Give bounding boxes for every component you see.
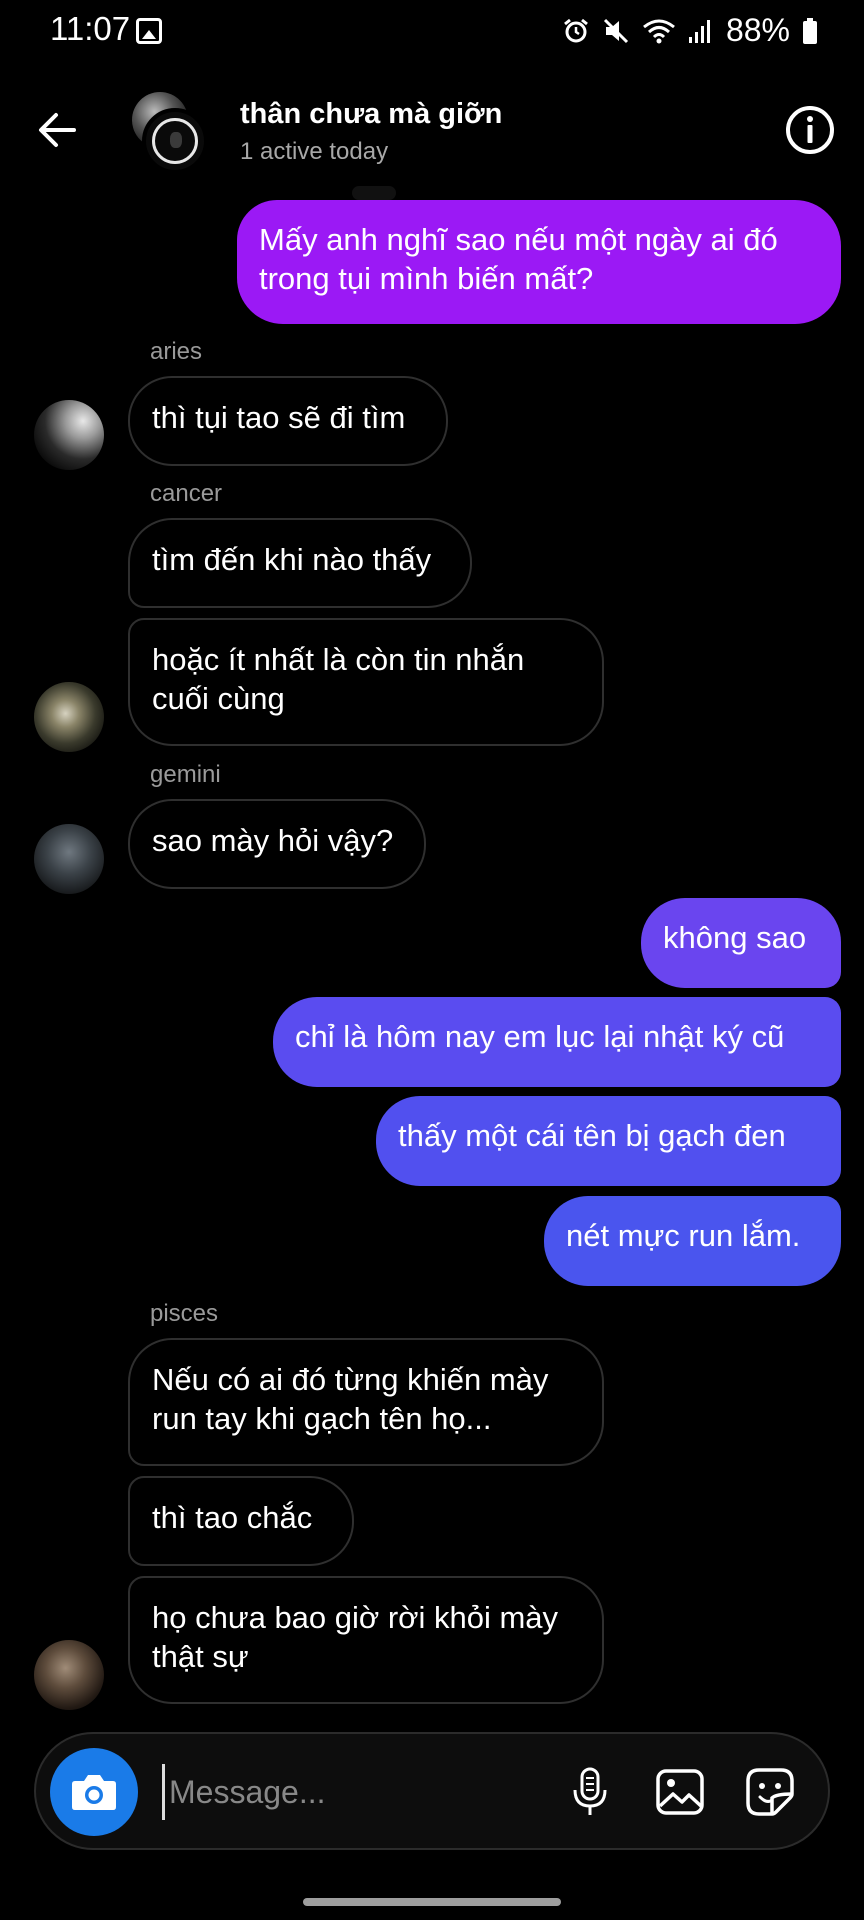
message-outgoing[interactable]: chỉ là hôm nay em lục lại nhật ký cũ bbox=[273, 997, 841, 1087]
camera-button[interactable] bbox=[50, 1748, 138, 1836]
image-notification-icon bbox=[136, 18, 162, 44]
status-bar: 11:07 88% bbox=[0, 0, 864, 64]
status-icons: 88% bbox=[562, 12, 818, 49]
home-indicator[interactable] bbox=[303, 1898, 561, 1906]
signal-icon bbox=[688, 19, 710, 43]
active-status: 1 active today bbox=[240, 138, 389, 165]
chat-header: thân chưa mà giỡn 1 active today bbox=[0, 84, 864, 184]
sender-name: gemini bbox=[150, 761, 221, 788]
sender-avatar[interactable] bbox=[34, 1640, 104, 1710]
message-input[interactable] bbox=[162, 1764, 542, 1820]
message-incoming[interactable]: họ chưa bao giờ rời khỏi mày thật sự bbox=[128, 1576, 604, 1704]
alarm-icon bbox=[564, 18, 588, 42]
sender-avatar[interactable] bbox=[34, 682, 104, 752]
message-incoming[interactable]: Nếu có ai đó từng khiến mày run tay khi … bbox=[128, 1338, 604, 1466]
sender-name: pisces bbox=[150, 1300, 219, 1327]
message-outgoing[interactable]: thấy một cái tên bị gạch đen bbox=[376, 1096, 841, 1186]
status-time: 11:07 bbox=[50, 10, 131, 47]
message-incoming[interactable]: thì tụi tao sẽ đi tìm bbox=[128, 376, 448, 466]
mute-icon bbox=[603, 18, 629, 43]
sender-name: cancer bbox=[150, 480, 223, 507]
gallery-icon bbox=[656, 1769, 704, 1815]
battery-icon bbox=[803, 17, 817, 44]
message-incoming[interactable]: hoặc ít nhất là còn tin nhắn cuối cùng bbox=[128, 618, 604, 746]
sticker-button[interactable] bbox=[742, 1764, 798, 1820]
sender-name: aries bbox=[150, 338, 203, 365]
message-composer bbox=[34, 1732, 830, 1850]
sender-avatar[interactable] bbox=[34, 824, 104, 894]
battery-percent: 88% bbox=[725, 12, 790, 48]
chat-title[interactable]: thân chưa mà giỡn bbox=[240, 98, 502, 131]
message-incoming[interactable]: sao mày hỏi vậy? bbox=[128, 799, 426, 889]
message-incoming[interactable]: tìm đến khi nào thấy bbox=[128, 518, 472, 608]
gallery-button[interactable] bbox=[652, 1764, 708, 1820]
camera-icon bbox=[72, 1775, 116, 1810]
sticker-icon bbox=[746, 1768, 794, 1816]
microphone-icon bbox=[573, 1767, 607, 1815]
microphone-button[interactable] bbox=[562, 1764, 618, 1820]
group-avatar-front bbox=[142, 108, 208, 174]
sender-avatar[interactable] bbox=[34, 400, 104, 470]
message-incoming[interactable]: thì tao chắc bbox=[128, 1476, 354, 1566]
message-outgoing[interactable]: nét mực run lắm. bbox=[544, 1196, 841, 1286]
group-avatar[interactable] bbox=[130, 92, 210, 178]
reaction-dot bbox=[352, 186, 396, 200]
message-outgoing[interactable]: không sao bbox=[641, 898, 841, 988]
info-icon[interactable] bbox=[784, 104, 836, 156]
back-arrow-icon[interactable] bbox=[34, 106, 82, 154]
message-outgoing[interactable]: Mấy anh nghĩ sao nếu một ngày ai đó tron… bbox=[237, 200, 841, 324]
wifi-icon bbox=[643, 19, 675, 43]
